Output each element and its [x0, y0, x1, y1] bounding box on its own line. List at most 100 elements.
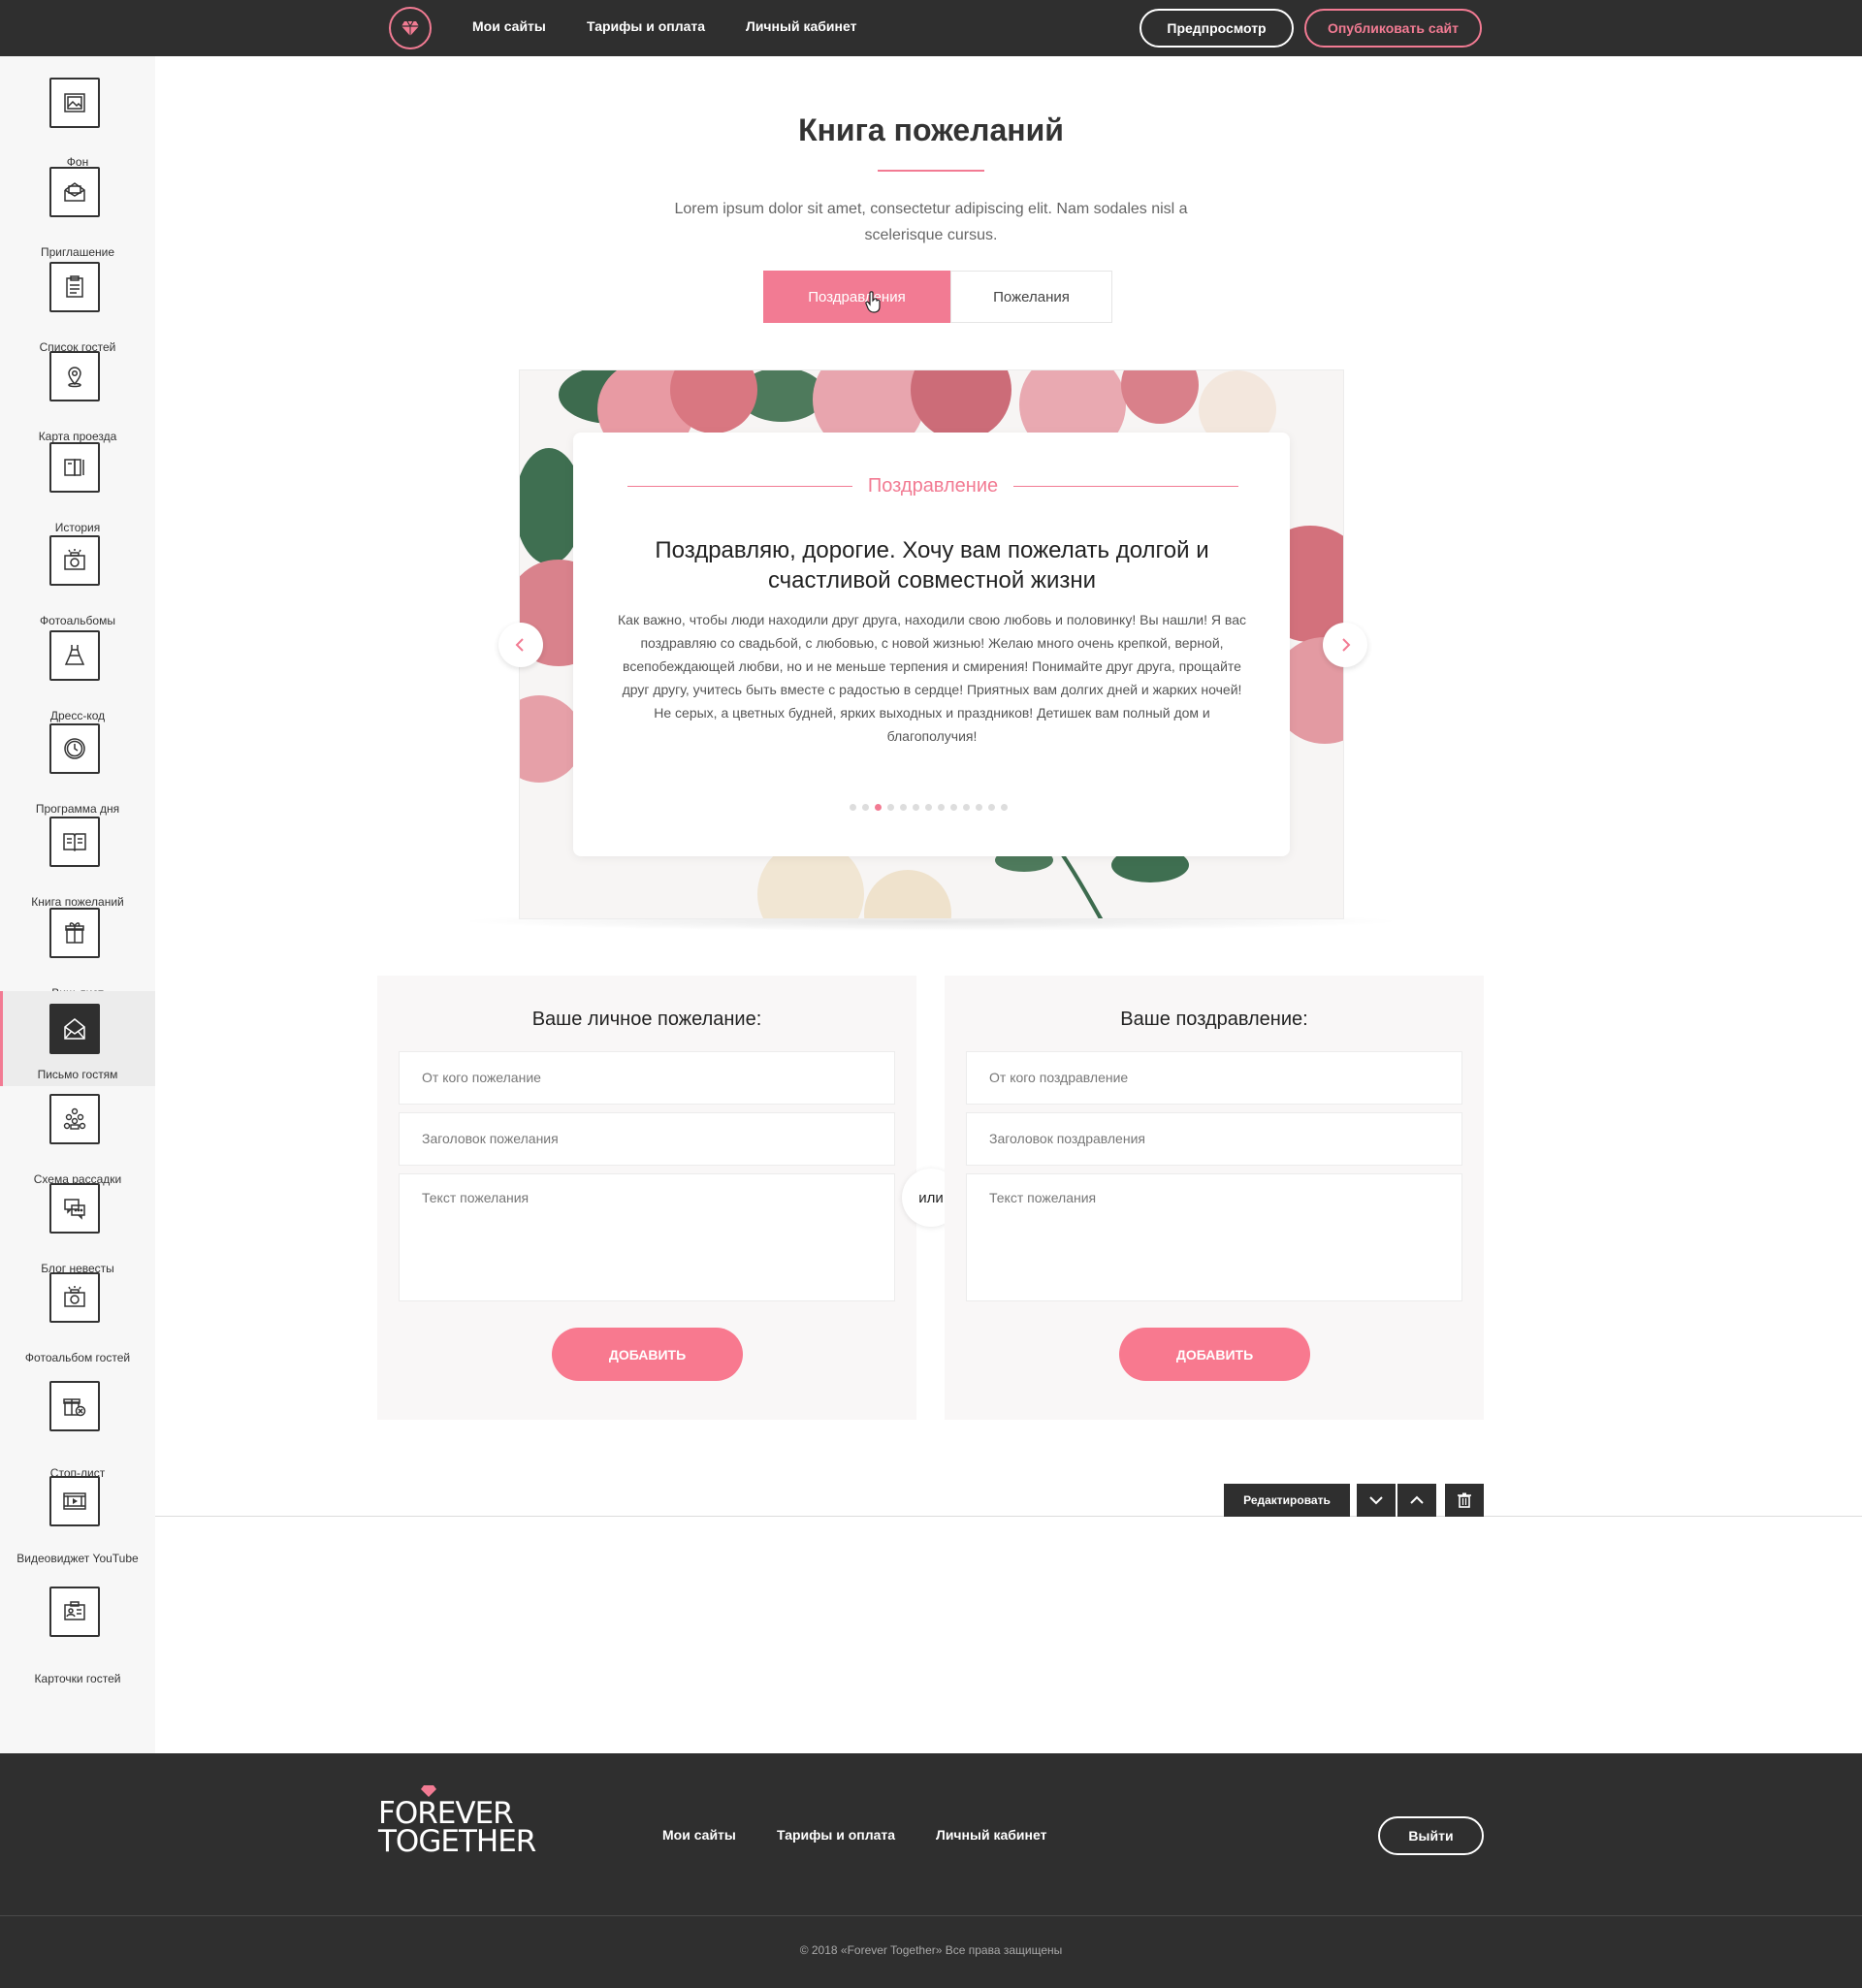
- slider-next-button[interactable]: [1323, 623, 1367, 667]
- slider-dot[interactable]: [1001, 804, 1008, 811]
- sidebar-item-guest-cards[interactable]: Карточки гостей: [0, 1585, 155, 1685]
- slider-dot[interactable]: [976, 804, 982, 811]
- slider-dot[interactable]: [887, 804, 894, 811]
- logout-button[interactable]: Выйти: [1378, 1816, 1484, 1855]
- sidebar-item-dresscode[interactable]: Дресс-код: [0, 628, 155, 722]
- guest-camera-icon: [49, 1272, 100, 1323]
- sidebar-item-label: Фотоальбом гостей: [24, 1351, 131, 1364]
- slider-dot[interactable]: [900, 804, 907, 811]
- block-separator: [155, 1516, 1862, 1517]
- sidebar-item-wishlist[interactable]: Виш-лист: [0, 906, 155, 1000]
- open-book-icon: [49, 817, 100, 867]
- guest-list-icon: [49, 262, 100, 312]
- nav-account[interactable]: Личный кабинет: [746, 18, 856, 34]
- congrats-from-field[interactable]: От кого поздравление: [966, 1051, 1462, 1105]
- footer-nav-tariffs[interactable]: Тарифы и оплата: [777, 1827, 895, 1843]
- slider-dots: [850, 804, 1008, 811]
- invitation-envelope-icon: [49, 167, 100, 217]
- map-pin-icon: [49, 351, 100, 401]
- chevron-right-icon: [1342, 638, 1351, 652]
- footer: FOREVER TOGETHER Мои сайты Тарифы и опла…: [0, 1753, 1862, 1988]
- footer-logo-line2: TOGETHER: [378, 1824, 536, 1859]
- sidebar-item-label: Программа дня: [35, 802, 120, 816]
- sidebar-item-background[interactable]: Фон: [0, 76, 155, 169]
- slider-dot[interactable]: [875, 804, 882, 811]
- tab-wishes[interactable]: Пожелания: [950, 271, 1112, 323]
- clock-icon: [49, 723, 100, 774]
- card-title: Поздравляю, дорогие. Хочу вам пожелать д…: [655, 537, 1209, 593]
- slider-dot[interactable]: [913, 804, 919, 811]
- title-underline: [878, 170, 984, 172]
- footer-nav-account[interactable]: Личный кабинет: [936, 1827, 1046, 1843]
- slider-dot[interactable]: [938, 804, 945, 811]
- sidebar-item-stoplist[interactable]: Стоп-лист: [0, 1379, 155, 1480]
- sidebar-item-label: Фотоальбомы: [40, 614, 115, 627]
- copyright: © 2018 «Forever Together» Все права защи…: [799, 1943, 1063, 1957]
- sidebar-item-video[interactable]: Видеовиджет YouTube: [0, 1474, 155, 1567]
- divider-line: [1013, 485, 1238, 487]
- slider-dot[interactable]: [988, 804, 995, 811]
- sidebar-item-label: Дресс-код: [49, 709, 106, 722]
- footer-divider: [0, 1915, 1862, 1916]
- sidebar-item-blog[interactable]: Блог невесты: [0, 1181, 155, 1275]
- congrats-text-field[interactable]: Текст пожелания: [966, 1173, 1462, 1301]
- active-indicator: [0, 991, 3, 1086]
- publish-button[interactable]: Опубликовать сайт: [1304, 9, 1482, 48]
- move-up-button[interactable]: [1397, 1484, 1436, 1517]
- congrats-add-button[interactable]: ДОБАВИТЬ: [1119, 1328, 1310, 1381]
- slider-dot[interactable]: [850, 804, 856, 811]
- chevron-up-icon: [1410, 1495, 1424, 1504]
- page-title: Книга пожеланий: [798, 112, 1064, 147]
- sidebar-item-label: История: [54, 521, 101, 534]
- slider-dot[interactable]: [950, 804, 957, 811]
- slider-prev-button[interactable]: [498, 623, 543, 667]
- sidebar-item-albums[interactable]: Фотоальбомы: [0, 533, 155, 627]
- sidebar-item-label: Видеовиджет YouTube: [16, 1552, 139, 1565]
- nav-tariffs[interactable]: Тарифы и оплата: [587, 18, 705, 34]
- sidebar-item-label: Письмо гостям: [37, 1068, 118, 1081]
- wish-subject-field[interactable]: Заголовок пожелания: [399, 1112, 895, 1166]
- slider-dot[interactable]: [862, 804, 869, 811]
- chevron-left-icon: [515, 638, 524, 652]
- move-down-button[interactable]: [1357, 1484, 1396, 1517]
- sidebar-item-history[interactable]: История: [0, 440, 155, 534]
- top-bar: Мои сайты Тарифы и оплата Личный кабинет…: [0, 0, 1862, 56]
- wish-form-title: Ваше личное пожелание:: [531, 1009, 762, 1030]
- hand-cursor-icon: [865, 291, 881, 313]
- sidebar: Фон Приглашение Список гостей Карта прое…: [0, 56, 155, 1753]
- footer-nav-my-sites[interactable]: Мои сайты: [662, 1827, 736, 1843]
- sidebar-item-guest-album[interactable]: Фотоальбом гостей: [0, 1270, 155, 1364]
- diamond-logo-icon[interactable]: [389, 7, 432, 49]
- tab-congratulations[interactable]: Поздравления: [763, 271, 950, 323]
- chevron-down-icon: [1369, 1496, 1383, 1505]
- card-text: Как важно, чтобы люди находили друг друг…: [618, 612, 1246, 744]
- congrats-subject-field[interactable]: Заголовок поздравления: [966, 1112, 1462, 1166]
- delete-block-button[interactable]: [1445, 1484, 1484, 1517]
- slider-dot[interactable]: [925, 804, 932, 811]
- page-lead: Lorem ipsum dolor sit amet, consectetur …: [674, 201, 1188, 243]
- seating-icon: [49, 1094, 100, 1144]
- sidebar-item-wishbook[interactable]: Книга пожеланий: [0, 815, 155, 909]
- sidebar-item-invitation[interactable]: Приглашение: [0, 165, 155, 259]
- sidebar-item-guest-list[interactable]: Список гостей: [0, 260, 155, 354]
- wish-from-field[interactable]: От кого пожелание: [399, 1051, 895, 1105]
- wish-card: Поздравление Поздравляю, дорогие. Хочу в…: [573, 433, 1290, 856]
- video-icon: [49, 1476, 100, 1526]
- sidebar-item-letter[interactable]: Письмо гостям: [0, 991, 155, 1086]
- blog-chat-icon: [49, 1183, 100, 1234]
- camera-icon: [49, 535, 100, 586]
- wish-form: Ваше личное пожелание: От кого пожелание…: [377, 976, 916, 1420]
- sidebar-item-map[interactable]: Карта проезда: [0, 349, 155, 443]
- congrats-form-title: Ваше поздравление:: [1120, 1009, 1308, 1030]
- card-heading-text: Поздравление: [867, 474, 999, 497]
- history-book-icon: [49, 442, 100, 493]
- preview-button[interactable]: Предпросмотр: [1140, 9, 1294, 48]
- edit-block-button[interactable]: Редактировать: [1224, 1484, 1350, 1517]
- footer-logo[interactable]: FOREVER TOGETHER: [378, 1799, 536, 1859]
- slider-dot[interactable]: [963, 804, 970, 811]
- nav-my-sites[interactable]: Мои сайты: [472, 18, 546, 34]
- wish-text-field[interactable]: Текст пожелания: [399, 1173, 895, 1301]
- sidebar-item-program[interactable]: Программа дня: [0, 721, 155, 816]
- wish-add-button[interactable]: ДОБАВИТЬ: [552, 1328, 743, 1381]
- sidebar-item-seating[interactable]: Схема рассадки: [0, 1092, 155, 1186]
